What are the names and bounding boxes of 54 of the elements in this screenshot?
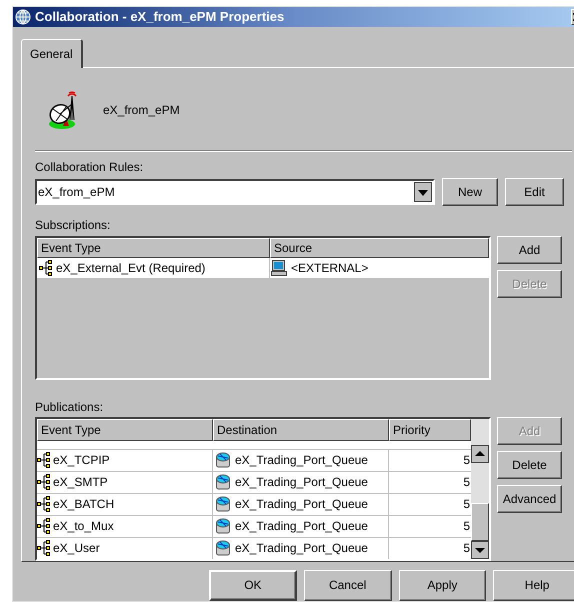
priority-cell-text: 5 [462,496,471,513]
action-button[interactable]: New [442,178,498,206]
database-icon [215,452,231,468]
event-type-cell: eX_BATCH [37,494,213,514]
action-button[interactable]: Add [497,236,562,264]
scroll-thumb[interactable] [471,502,489,540]
event-type-cell: eX_SMTP [37,472,213,492]
globe-icon [15,8,31,25]
window-title: Collaboration - eX_from_ePM Properties [35,8,284,26]
destination-cell: eX_Trading_Port_Queue [213,516,389,536]
destination-cell: eX_Trading_Port_Queue [213,494,389,514]
scroll-up-icon[interactable] [471,444,489,462]
destination-cell: eX_Trading_Port_Queue [213,450,389,470]
database-icon [215,518,231,534]
database-icon [215,540,231,556]
database-icon [215,474,231,490]
action-button[interactable]: Advanced [497,484,562,512]
action-button[interactable]: Delete [497,450,562,478]
column-header[interactable]: Event Type [37,238,270,258]
priority-cell-text: 5 [462,474,471,491]
tree-node-icon [37,540,50,556]
dialog-button[interactable]: OK [209,570,297,600]
event-type-cell: eX_TCPIP [37,450,213,470]
source-cell: <EXTERNAL> [270,258,489,278]
event-type-cell: eX_to_Mux [37,516,213,536]
column-header[interactable]: Destination [213,418,389,440]
event-type-cell: eX_User [37,538,213,558]
scroll-down-icon[interactable] [471,540,489,558]
tree-node-icon [37,474,50,490]
tree-node-icon [39,260,52,276]
publications-label: Publications: [35,398,104,416]
priority-cell-text: 5 [462,518,471,535]
event-type-cell: eX_External_Evt (Required) [37,258,270,278]
column-header[interactable]: Source [270,238,489,258]
column-header[interactable]: Priority [389,418,471,440]
rules-dropdown[interactable]: eX_from_ePM [35,178,435,204]
dialog-button[interactable]: Apply [398,570,486,600]
tree-node-icon [37,452,50,468]
rules-label: Collaboration Rules: [35,158,144,176]
destination-cell: eX_Trading_Port_Queue [213,538,389,558]
dialog-button[interactable]: Help [493,570,574,600]
action-button[interactable]: Edit [505,178,564,206]
dialog-button[interactable]: Cancel [304,570,392,600]
tree-node-icon [37,496,50,512]
priority-cell-text: 5 [462,452,471,469]
collaboration-name: eX_from_ePM [103,102,180,118]
scrollbar[interactable] [471,418,489,558]
column-header[interactable]: Event Type [37,418,213,440]
subscriptions-label: Subscriptions: [35,216,110,234]
destination-cell: eX_Trading_Port_Queue [213,472,389,492]
tab[interactable]: General [21,38,83,68]
tree-node-icon [37,518,50,534]
database-icon [215,496,231,512]
priority-cell-text: 5 [462,540,471,557]
